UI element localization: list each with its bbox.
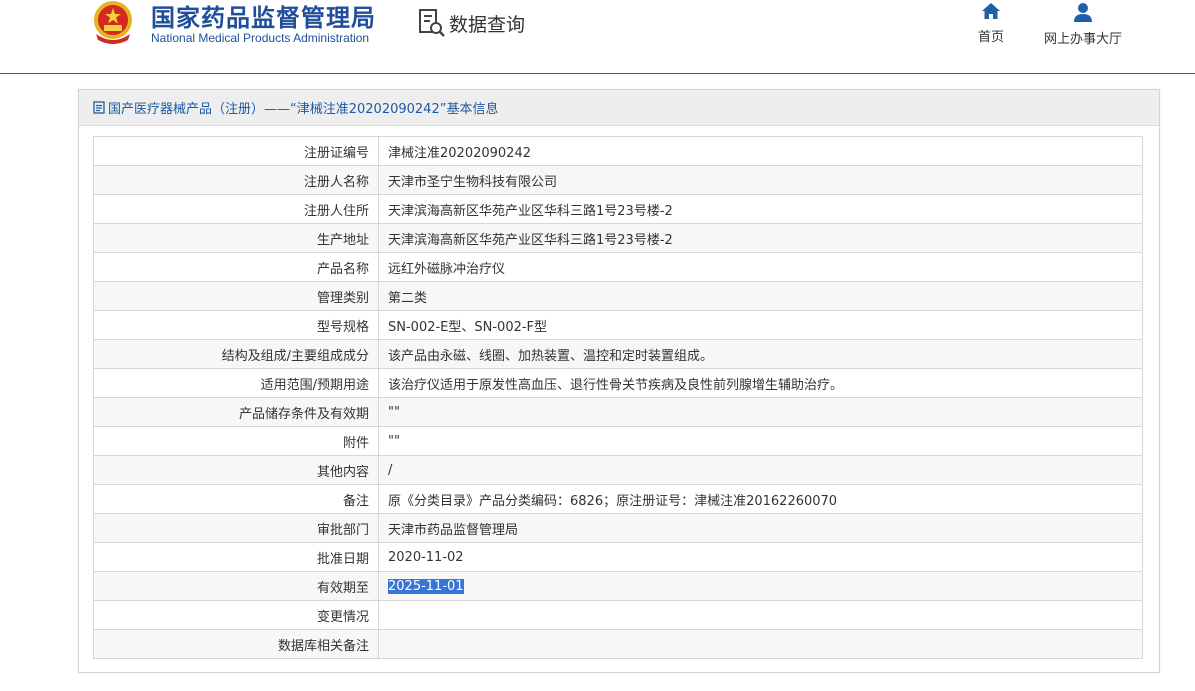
panel-title: 国产医疗器械产品（注册）——“津械注准20202090242”基本信息 bbox=[108, 102, 499, 117]
row-value: 该治疗仪适用于原发性高血压、退行性骨关节疾病及良性前列腺增生辅助治疗。 bbox=[378, 368, 1143, 398]
table-row: 型号规格 SN-002-E型、SN-002-F型 bbox=[93, 310, 1143, 340]
row-label: 注册人名称 bbox=[93, 165, 379, 195]
table-row: 批准日期 2020-11-02 bbox=[93, 542, 1143, 572]
panel-header: 国产医疗器械产品（注册）——“津械注准20202090242”基本信息 bbox=[79, 90, 1159, 126]
row-value: SN-002-E型、SN-002-F型 bbox=[378, 310, 1143, 340]
row-label: 审批部门 bbox=[93, 513, 379, 543]
row-label: 其他内容 bbox=[93, 455, 379, 485]
table-row: 管理类别 第二类 bbox=[93, 281, 1143, 311]
table-row: 产品储存条件及有效期 "" bbox=[93, 397, 1143, 427]
nav-online-office[interactable]: 网上办事大厅 bbox=[1038, 0, 1128, 47]
search-document-icon bbox=[419, 9, 445, 37]
row-label: 型号规格 bbox=[93, 310, 379, 340]
row-value: 天津滨海高新区华苑产业区华科三路1号23号楼-2 bbox=[378, 194, 1143, 224]
row-label: 数据库相关备注 bbox=[93, 629, 379, 659]
nav-home[interactable]: 首页 bbox=[972, 0, 1010, 45]
table-row: 注册人住所 天津滨海高新区华苑产业区华科三路1号23号楼-2 bbox=[93, 194, 1143, 224]
row-label: 批准日期 bbox=[93, 542, 379, 572]
row-label: 变更情况 bbox=[93, 600, 379, 630]
row-label: 结构及组成/主要组成成分 bbox=[93, 339, 379, 369]
row-label: 注册证编号 bbox=[93, 136, 379, 166]
row-value bbox=[378, 600, 1143, 630]
row-value: 天津市圣宁生物科技有限公司 bbox=[378, 165, 1143, 195]
row-label: 注册人住所 bbox=[93, 194, 379, 224]
site-header: 国家药品监督管理局 National Medical Products Admi… bbox=[0, 0, 1195, 74]
row-value: 天津滨海高新区华苑产业区华科三路1号23号楼-2 bbox=[378, 223, 1143, 253]
row-value: 远红外磁脉冲治疗仪 bbox=[378, 252, 1143, 282]
table-row: 结构及组成/主要组成成分 该产品由永磁、线圈、加热装置、温控和定时装置组成。 bbox=[93, 339, 1143, 369]
row-value: 2020-11-02 bbox=[378, 542, 1143, 572]
row-label: 附件 bbox=[93, 426, 379, 456]
row-value: / bbox=[378, 455, 1143, 485]
table-row: 适用范围/预期用途 该治疗仪适用于原发性高血压、退行性骨关节疾病及良性前列腺增生辅… bbox=[93, 368, 1143, 398]
table-row: 有效期至 2025-11-01 bbox=[93, 571, 1143, 601]
row-value: 2025-11-01 bbox=[378, 571, 1143, 601]
row-value: "" bbox=[378, 397, 1143, 427]
data-query-link[interactable]: 数据查询 bbox=[418, 8, 525, 38]
data-query-label: 数据查询 bbox=[449, 13, 526, 36]
row-value: "" bbox=[378, 426, 1143, 456]
table-row: 附件 "" bbox=[93, 426, 1143, 456]
site-title[interactable]: 国家药品监督管理局 bbox=[151, 0, 376, 33]
table-row: 其他内容 / bbox=[93, 455, 1143, 485]
info-panel: 国产医疗器械产品（注册）——“津械注准20202090242”基本信息 注册证编… bbox=[78, 89, 1160, 673]
info-table: 注册证编号 津械注准20202090242 注册人名称 天津市圣宁生物科技有限公司 … bbox=[93, 136, 1143, 659]
row-label: 生产地址 bbox=[93, 223, 379, 253]
table-row: 备注 原《分类目录》产品分类编码：6826；原注册证号：津械注准201622600… bbox=[93, 484, 1143, 514]
nav-home-label: 首页 bbox=[977, 30, 1004, 45]
row-label: 适用范围/预期用途 bbox=[93, 368, 379, 398]
selected-text: 2025-11-01 bbox=[388, 578, 464, 594]
row-label: 产品储存条件及有效期 bbox=[93, 397, 379, 427]
row-value: 第二类 bbox=[378, 281, 1143, 311]
user-icon bbox=[1074, 3, 1092, 22]
row-label: 管理类别 bbox=[93, 281, 379, 311]
home-icon bbox=[982, 3, 1000, 19]
nav-online-office-label: 网上办事大厅 bbox=[1043, 32, 1122, 47]
table-row: 变更情况 bbox=[93, 600, 1143, 630]
table-row: 数据库相关备注 bbox=[93, 629, 1143, 659]
row-value bbox=[378, 629, 1143, 659]
row-label: 有效期至 bbox=[93, 571, 379, 601]
row-label: 产品名称 bbox=[93, 252, 379, 282]
national-emblem-icon bbox=[94, 1, 132, 44]
row-value: 天津市药品监督管理局 bbox=[378, 513, 1143, 543]
row-value: 该产品由永磁、线圈、加热装置、温控和定时装置组成。 bbox=[378, 339, 1143, 369]
row-value: 津械注准20202090242 bbox=[378, 136, 1143, 166]
document-icon bbox=[93, 101, 105, 114]
table-row: 产品名称 远红外磁脉冲治疗仪 bbox=[93, 252, 1143, 282]
table-row: 注册证编号 津械注准20202090242 bbox=[93, 136, 1143, 166]
table-row: 注册人名称 天津市圣宁生物科技有限公司 bbox=[93, 165, 1143, 195]
site-subtitle[interactable]: National Medical Products Administration bbox=[151, 31, 369, 45]
table-row: 审批部门 天津市药品监督管理局 bbox=[93, 513, 1143, 543]
table-row: 生产地址 天津滨海高新区华苑产业区华科三路1号23号楼-2 bbox=[93, 223, 1143, 253]
row-label: 备注 bbox=[93, 484, 379, 514]
row-value: 原《分类目录》产品分类编码：6826；原注册证号：津械注准20162260070 bbox=[378, 484, 1143, 514]
